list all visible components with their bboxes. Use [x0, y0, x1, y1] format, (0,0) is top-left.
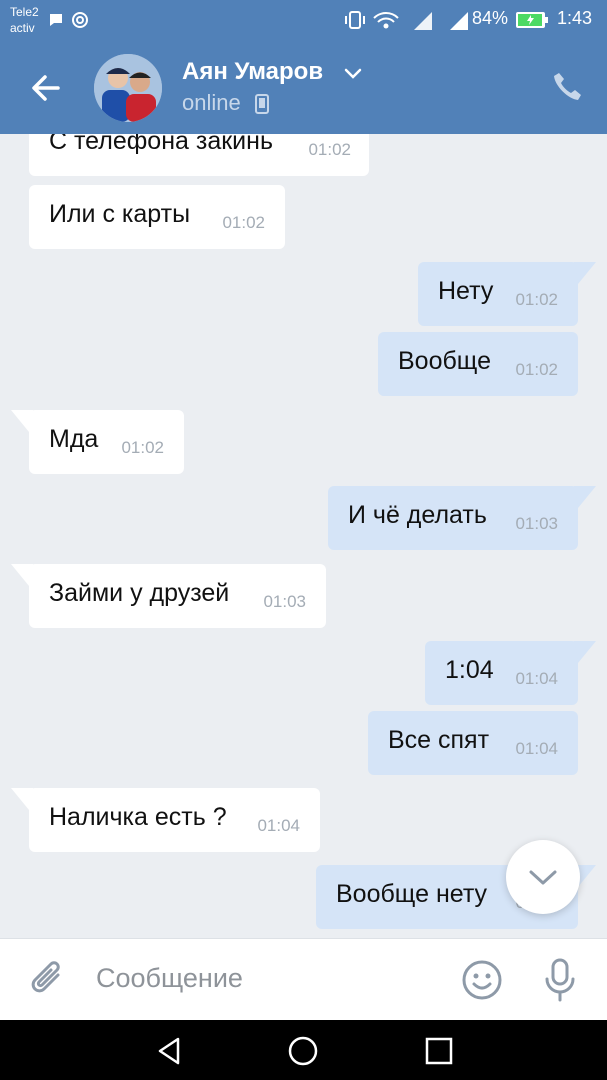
message-bubble-incoming[interactable]: Займи у друзей 01:03 — [11, 564, 326, 628]
chevron-down-icon[interactable] — [344, 68, 362, 80]
presence-status: online — [182, 90, 241, 115]
message-time: 01:04 — [257, 816, 300, 835]
message-time: 01:02 — [515, 360, 558, 379]
message-time: 01:02 — [308, 140, 351, 159]
message-composer: Сообщение — [0, 938, 607, 1020]
message-text: Мда — [49, 425, 99, 453]
message-time: 01:02 — [515, 290, 558, 309]
vibrate-icon — [345, 11, 365, 29]
battery-percent: 84% — [472, 8, 509, 28]
nav-back-icon[interactable] — [152, 1034, 186, 1068]
battery-charging-icon — [516, 12, 548, 28]
chat-header: Аян Умаров online — [0, 40, 607, 134]
carrier-label: Tele2 activ — [10, 4, 39, 36]
nav-home-icon[interactable] — [286, 1034, 320, 1068]
message-bubble-outgoing[interactable]: 1:04 01:04 — [425, 641, 596, 705]
message-bubble-outgoing[interactable]: Вообще 01:02 — [378, 332, 578, 396]
message-text: Займи у друзей — [49, 579, 230, 607]
message-text: Или с карты — [49, 200, 191, 228]
carrier-name: Tele2 — [10, 5, 39, 19]
phone-call-icon[interactable] — [550, 70, 584, 104]
emoji-icon[interactable] — [460, 958, 504, 1002]
avatar[interactable] — [94, 54, 162, 122]
message-bubble-outgoing[interactable]: Все спят 01:04 — [368, 711, 578, 775]
signal-icon — [414, 12, 432, 30]
message-text: Все спят — [388, 726, 490, 754]
message-text: И чё делать — [348, 501, 487, 529]
message-bubble-incoming[interactable]: Мда 01:02 — [11, 410, 184, 474]
message-text: Вообще — [398, 347, 491, 375]
message-time: 01:03 — [263, 592, 306, 611]
nav-recents-icon[interactable] — [422, 1034, 456, 1068]
scroll-to-bottom-button[interactable] — [506, 840, 580, 914]
contact-name[interactable]: Аян Умаров — [182, 58, 323, 86]
clock: 1:43 — [557, 8, 593, 28]
system-nav-bar — [0, 1020, 607, 1080]
bubble-tail — [11, 410, 33, 432]
bubble-tail — [574, 262, 596, 284]
message-bubble-incoming[interactable]: Наличка есть ? 01:04 — [11, 788, 320, 852]
mobile-device-icon — [255, 94, 269, 114]
back-arrow-icon[interactable] — [28, 70, 64, 106]
paperclip-icon[interactable] — [28, 959, 68, 1001]
at-icon — [72, 12, 88, 28]
status-bar: Tele2 activ 84% 1:43 — [0, 0, 607, 40]
signal-icon — [450, 12, 468, 30]
message-bubble-incoming[interactable]: С телефона закинь 01:02 — [29, 134, 369, 176]
message-text: Вообще нету — [336, 880, 488, 908]
message-time: 01:04 — [515, 669, 558, 688]
message-input[interactable]: Сообщение — [96, 963, 243, 994]
bubble-tail — [574, 641, 596, 663]
message-text: Наличка есть ? — [49, 803, 227, 831]
wifi-icon — [373, 12, 399, 29]
message-bubble-outgoing[interactable]: И чё делать 01:03 — [328, 486, 596, 550]
avatar-photo — [94, 54, 162, 122]
message-bubble-outgoing[interactable]: Нету 01:02 — [418, 262, 596, 326]
message-list[interactable]: С телефона закинь 01:02 Или с карты 01:0… — [0, 134, 607, 938]
message-text: 1:04 — [445, 656, 494, 684]
microphone-icon[interactable] — [540, 957, 580, 1003]
message-time: 01:04 — [515, 739, 558, 758]
bubble-tail — [11, 564, 33, 586]
message-text: С телефона закинь — [49, 134, 273, 155]
chevron-down-icon — [529, 870, 557, 885]
carrier-plan: activ — [10, 21, 35, 35]
message-text: Нету — [438, 277, 494, 305]
bubble-tail — [574, 486, 596, 508]
message-time: 01:02 — [121, 438, 164, 457]
bubble-tail — [11, 788, 33, 810]
message-time: 01:02 — [222, 213, 265, 232]
message-bubble-incoming[interactable]: Или с карты 01:02 — [29, 185, 285, 249]
message-time: 01:03 — [515, 514, 558, 533]
app-header-area: Tele2 activ 84% 1:43 Аян Умаров online — [0, 0, 607, 134]
message-icon — [50, 14, 62, 26]
